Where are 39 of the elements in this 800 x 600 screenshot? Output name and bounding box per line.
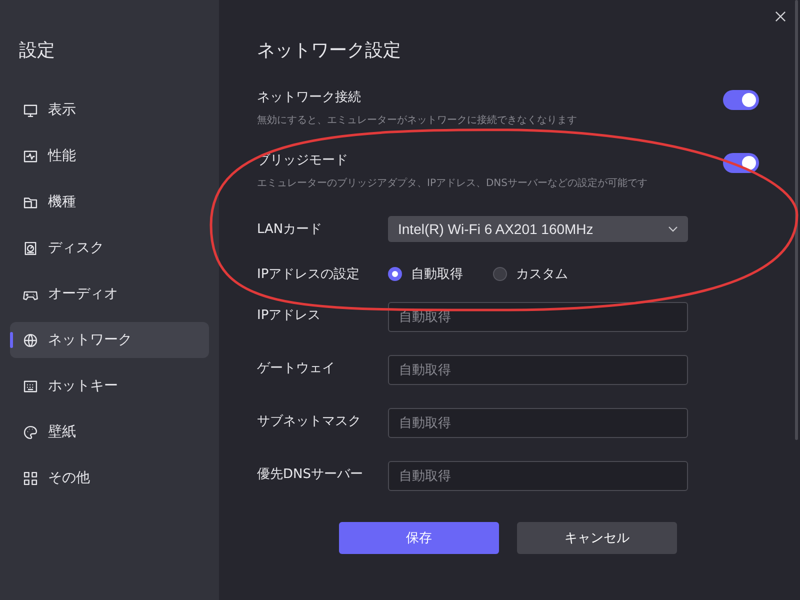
chevron-down-icon [668,226,678,232]
setting-description: 無効にすると、エミュレーターがネットワークに接続できなくなります [257,114,577,127]
close-icon[interactable] [775,11,786,22]
input-field[interactable]: 自動取得 [388,461,688,491]
sidebar-item[interactable]: 機種 [10,184,209,220]
sidebar-icon [22,240,39,256]
field-label: 優先DNSサーバー [257,466,364,483]
radio-option[interactable]: カスタム [493,265,568,283]
save-button[interactable]: 保存 [339,522,499,554]
radio-label: カスタム [516,266,568,283]
field-label: ゲートウェイ [257,360,336,377]
sidebar-item[interactable]: 壁紙 [10,414,209,450]
sidebar-icon [22,332,39,348]
sidebar-item[interactable]: 性能 [10,138,209,174]
input-field[interactable]: 自動取得 [388,408,688,438]
setting-label: ネットワーク接続 [257,89,362,106]
input-field[interactable]: 自動取得 [388,355,688,385]
sidebar-item[interactable]: ネットワーク [10,322,209,358]
sidebar-item[interactable]: ホットキー [10,368,209,404]
radio-option[interactable]: 自動取得 [388,265,463,283]
input-field[interactable]: 自動取得 [388,302,688,332]
sidebar-item[interactable]: オーディオ [10,276,209,312]
sidebar-item[interactable]: 表示 [10,92,209,128]
field-label: LANカード [257,221,324,238]
field-label: サブネットマスク [257,413,362,430]
sidebar-item[interactable]: ディスク [10,230,209,266]
setting-description: エミュレーターのブリッジアダプタ、IPアドレス、DNSサーバーなどの設定が可能です [257,176,648,190]
sidebar-title: 設定 [18,39,56,62]
radio-label: 自動取得 [411,266,463,283]
lan-card-dropdown[interactable]: Intel(R) Wi-Fi 6 AX201 160MHz [388,216,688,242]
toggle-switch[interactable] [723,90,759,110]
scrollbar[interactable] [795,0,798,440]
page-title: ネットワーク設定 [257,39,402,62]
sidebar-icon [22,470,39,486]
sidebar-icon [22,424,39,440]
cancel-button[interactable]: キャンセル [517,522,677,554]
sidebar-item[interactable]: その他 [10,460,209,496]
field-label: IPアドレス [257,307,322,324]
field-label: IPアドレスの設定 [257,266,361,283]
